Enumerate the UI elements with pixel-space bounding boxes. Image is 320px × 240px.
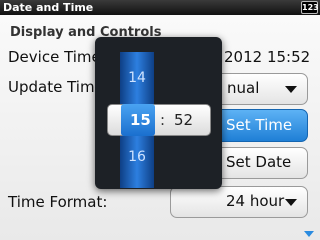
input-mode-indicator: 123	[301, 1, 319, 14]
update-time-selected: nual	[227, 79, 260, 97]
time-separator: :	[160, 111, 166, 129]
set-time-label: Set Time	[226, 116, 293, 134]
time-selection-bar[interactable]: 15 : 52	[107, 104, 211, 136]
update-time-label: Update Time	[8, 78, 104, 96]
device-time-label: Device Time	[8, 48, 101, 66]
scroll-down-icon[interactable]	[304, 231, 314, 237]
set-date-label: Set Date	[226, 153, 292, 171]
chevron-down-icon	[285, 199, 297, 206]
title-bar: Date and Time 123	[0, 0, 320, 15]
time-format-selected: 24 hour	[226, 192, 285, 210]
time-format-dropdown[interactable]: 24 hour	[170, 186, 308, 218]
hour-value: 15	[130, 111, 151, 129]
hour-above[interactable]: 14	[120, 70, 154, 86]
time-format-label: Time Format:	[8, 193, 108, 211]
device-time-value: 2012 15:52	[224, 48, 311, 66]
minute-value[interactable]: 52	[174, 105, 193, 135]
window-title: Date and Time	[3, 1, 94, 14]
hour-below[interactable]: 16	[120, 149, 154, 165]
chevron-down-icon	[285, 86, 297, 93]
